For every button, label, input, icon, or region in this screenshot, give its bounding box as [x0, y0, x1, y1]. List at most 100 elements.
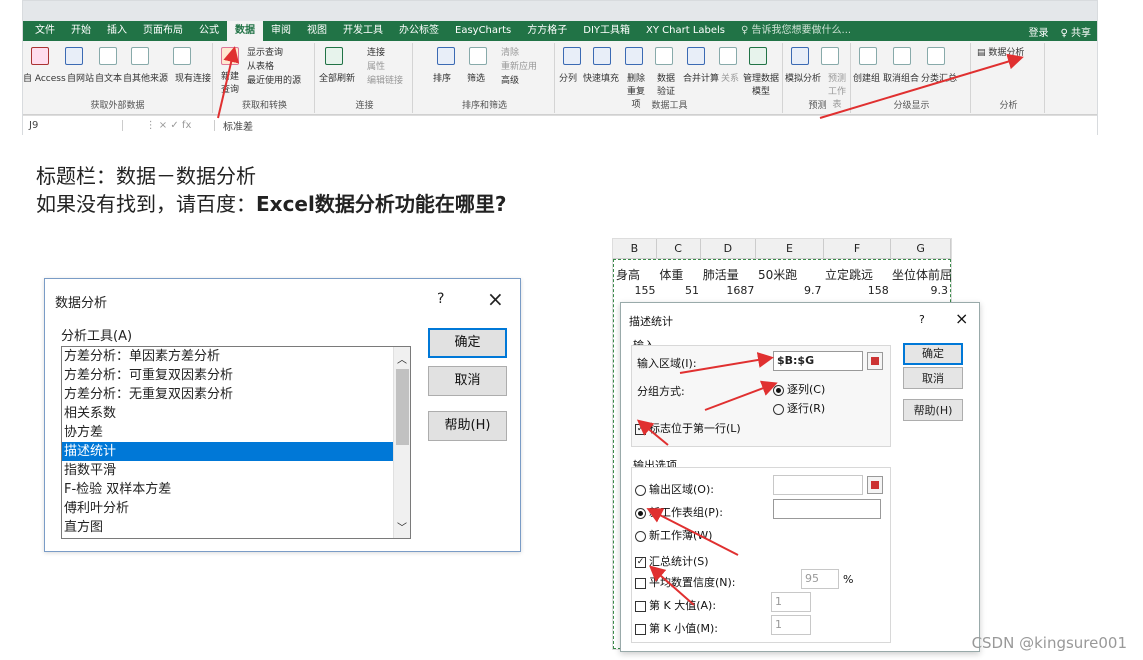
tab-page-layout[interactable]: 页面布局 [135, 21, 191, 41]
reapply-button[interactable]: 重新应用 [501, 59, 537, 72]
tab-developer[interactable]: 开发工具 [335, 21, 391, 41]
from-other-button[interactable]: 自其他来源 [123, 71, 168, 84]
list-item[interactable]: 方差分析：无重复双因素分析 [62, 385, 410, 404]
new-workbook-radio[interactable]: 新工作薄(W) [635, 527, 712, 543]
tab-home[interactable]: 开始 [63, 21, 99, 41]
formula-content[interactable]: 标准差 [215, 118, 253, 133]
cell[interactable]: 9.3 [891, 284, 950, 298]
summary-stats-checkbox[interactable]: ✓ 汇总统计(S) [635, 553, 709, 569]
output-range-field[interactable] [773, 475, 863, 495]
list-item[interactable]: 指数平滑 [62, 461, 410, 480]
column-header[interactable]: C [657, 239, 701, 258]
help-button[interactable]: 帮助(H) [903, 399, 963, 421]
from-access-button[interactable]: 自 Access [23, 71, 66, 84]
by-rows-radio[interactable]: 逐行(R) [773, 400, 825, 416]
kth-largest-field[interactable]: 1 [771, 592, 811, 612]
confidence-checkbox[interactable]: 平均数置信度(N): [635, 574, 736, 590]
edit-links-button[interactable]: 编辑链接 [367, 73, 403, 86]
collapse-dialog-icon[interactable] [867, 352, 883, 370]
kth-largest-checkbox[interactable]: 第 K 大值(A): [635, 597, 716, 613]
labels-first-row-checkbox[interactable]: ✓ 标志位于第一行(L) [635, 420, 741, 436]
ok-button[interactable]: 确定 [903, 343, 963, 365]
tell-me-search[interactable]: ♀ 告诉我您想要做什么... [733, 21, 859, 41]
confidence-field[interactable]: 95 [801, 569, 839, 589]
cell[interactable]: 158 [824, 284, 891, 298]
data-analysis-button[interactable]: ▤ 数据分析 [977, 45, 1024, 58]
login-link[interactable]: 登录 [1022, 24, 1054, 39]
from-text-button[interactable]: 自文本 [95, 71, 122, 84]
tab-easycharts[interactable]: EasyCharts [447, 21, 519, 41]
cell[interactable]: 肺活量 [701, 266, 756, 284]
column-header[interactable]: E [756, 239, 824, 258]
recent-sources-button[interactable]: 最近使用的源 [247, 73, 301, 86]
cell[interactable]: 51 [658, 284, 702, 298]
list-item[interactable]: 相关系数 [62, 404, 410, 423]
data-validation-button[interactable]: 数据验证 [653, 71, 679, 97]
data-model-button[interactable]: 管理数据模型 [743, 71, 779, 97]
existing-connections-button[interactable]: 现有连接 [175, 71, 211, 84]
clear-button[interactable]: 清除 [501, 45, 519, 58]
list-item[interactable]: 直方图 [62, 518, 410, 537]
by-columns-radio[interactable]: 逐列(C) [773, 381, 825, 397]
relationships-button[interactable]: 关系 [721, 71, 739, 84]
list-item[interactable]: 方差分析：可重复双因素分析 [62, 366, 410, 385]
consolidate-button[interactable]: 合并计算 [683, 71, 719, 84]
column-header[interactable]: D [701, 239, 757, 258]
tab-file[interactable]: 文件 [27, 21, 63, 41]
kth-smallest-field[interactable]: 1 [771, 615, 811, 635]
close-icon[interactable]: × [487, 287, 504, 311]
chevron-up-icon[interactable]: ︿ [397, 351, 407, 366]
flash-fill-button[interactable]: 快速填充 [583, 71, 619, 84]
tab-insert[interactable]: 插入 [99, 21, 135, 41]
cell[interactable]: 155 [614, 284, 658, 298]
list-item-selected[interactable]: 描述统计 [62, 442, 410, 461]
connections-button[interactable]: 连接 [367, 45, 385, 58]
cell[interactable]: 50米跑 [756, 266, 823, 284]
tab-xy-chart-labels[interactable]: XY Chart Labels [638, 21, 733, 41]
ok-button[interactable]: 确定 [428, 328, 507, 358]
new-query-button[interactable]: 新建查询 [217, 69, 243, 95]
column-header[interactable]: B [613, 239, 657, 258]
tab-ffcell[interactable]: 方方格子 [519, 21, 575, 41]
new-sheet-radio[interactable]: 新工作表组(P): [635, 504, 723, 520]
create-group-button[interactable]: 创建组 [853, 71, 880, 84]
kth-smallest-checkbox[interactable]: 第 K 小值(M): [635, 620, 718, 636]
cell[interactable]: 坐位体前屈 [890, 266, 951, 284]
list-item[interactable]: 方差分析：单因素方差分析 [62, 347, 410, 366]
column-header[interactable]: G [891, 239, 951, 258]
name-box[interactable]: J9 [23, 120, 123, 131]
new-sheet-name-field[interactable] [773, 499, 881, 519]
list-item[interactable]: F-检验 双样本方差 [62, 480, 410, 499]
output-range-radio[interactable]: 输出区域(O): [635, 481, 714, 497]
share-button[interactable]: ♀ 共享 [1054, 24, 1097, 39]
from-web-button[interactable]: 自网站 [67, 71, 94, 84]
help-button[interactable]: 帮助(H) [428, 411, 507, 441]
properties-button[interactable]: 属性 [367, 59, 385, 72]
text-to-columns-button[interactable]: 分列 [559, 71, 577, 84]
refresh-all-button[interactable]: 全部刷新 [319, 71, 355, 84]
filter-button[interactable]: 筛选 [467, 71, 485, 84]
close-icon[interactable]: × [955, 309, 968, 328]
scroll-thumb[interactable] [396, 369, 409, 445]
ungroup-button[interactable]: 取消组合 [883, 71, 919, 84]
chevron-down-icon[interactable]: ﹀ [397, 519, 407, 534]
tab-diy-toolbox[interactable]: DIY工具箱 [575, 21, 638, 41]
cell[interactable]: 9.7 [756, 284, 823, 298]
cell[interactable]: 身高 [614, 266, 657, 284]
analysis-tools-list[interactable]: 方差分析：单因素方差分析 方差分析：可重复双因素分析 方差分析：无重复双因素分析… [61, 346, 411, 539]
sort-button[interactable]: 排序 [433, 71, 451, 84]
help-icon[interactable]: ? [437, 291, 444, 307]
cancel-button[interactable]: 取消 [903, 367, 963, 389]
list-item[interactable]: 傅利叶分析 [62, 499, 410, 518]
tab-review[interactable]: 审阅 [263, 21, 299, 41]
cancel-button[interactable]: 取消 [428, 366, 507, 396]
tab-data[interactable]: 数据 [227, 21, 263, 41]
cell[interactable]: 体重 [657, 266, 700, 284]
what-if-button[interactable]: 模拟分析 [785, 71, 821, 84]
advanced-button[interactable]: 高级 [501, 73, 519, 86]
tab-formulas[interactable]: 公式 [191, 21, 227, 41]
show-queries-button[interactable]: 显示查询 [247, 45, 283, 58]
cell[interactable]: 立定跳远 [823, 266, 890, 284]
help-icon[interactable]: ? [919, 313, 925, 326]
list-scrollbar[interactable]: ︿ ﹀ [393, 347, 410, 538]
